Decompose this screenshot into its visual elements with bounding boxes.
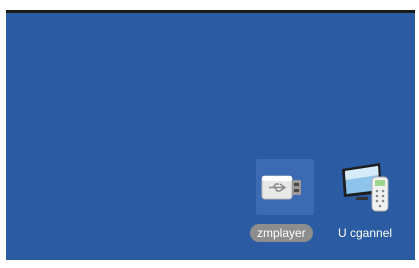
- app-label-zmplayer: zmplayer: [250, 224, 313, 242]
- tv-screen: zmplayer U cgannel: [0, 0, 419, 268]
- desktop: zmplayer U cgannel: [6, 13, 415, 260]
- app-u-cgannel[interactable]: U cgannel: [328, 157, 406, 249]
- usb-drive-icon: [256, 159, 314, 215]
- app-label-u-cgannel: U cgannel: [338, 226, 393, 240]
- tv-remote-icon: [338, 159, 396, 215]
- app-zmplayer[interactable]: zmplayer: [246, 157, 324, 249]
